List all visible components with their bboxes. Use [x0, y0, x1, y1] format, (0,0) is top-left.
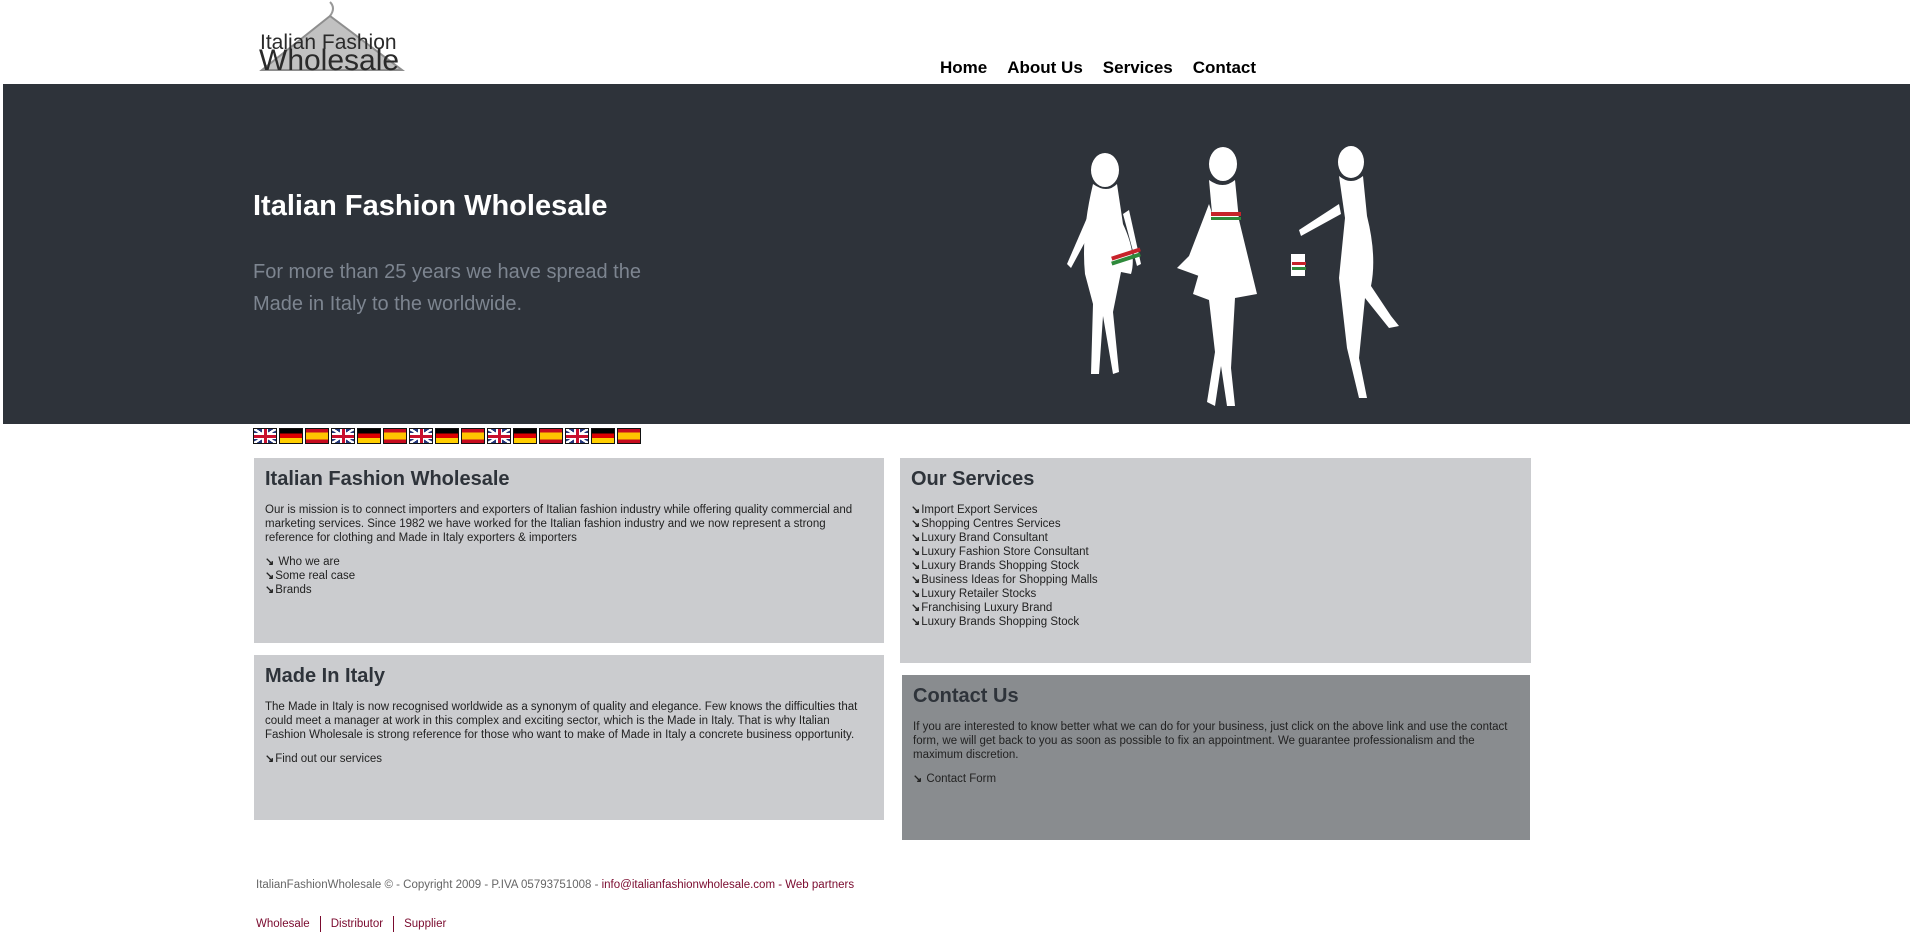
footer-link-wholesale[interactable]: Wholesale	[256, 916, 320, 932]
nav-about-us[interactable]: About Us	[1007, 58, 1083, 78]
list-item[interactable]: ↘ Who we are	[265, 555, 873, 569]
made-links: ↘Find out our services	[265, 752, 873, 766]
footer-copyright: ItalianFashionWholesale © - Copyright 20…	[256, 879, 854, 891]
flag-uk-icon[interactable]	[487, 428, 511, 444]
nav-services[interactable]: Services	[1103, 58, 1173, 78]
arrow-down-right-icon: ↘	[911, 602, 921, 614]
list-item[interactable]: ↘Import Export Services	[911, 503, 1520, 517]
arrow-down-right-icon: ↘	[911, 588, 921, 600]
arrow-down-right-icon: ↘	[265, 753, 275, 765]
footer-links: Wholesale Distributor Supplier	[256, 916, 456, 932]
services-box: Our Services ↘Import Export Services ↘Sh…	[900, 458, 1531, 663]
arrow-down-right-icon: ↘	[911, 574, 921, 586]
copyright-text: ItalianFashionWholesale © - Copyright 20…	[256, 879, 602, 891]
arrow-down-right-icon: ↘	[911, 518, 921, 530]
arrow-down-right-icon: ↘	[911, 504, 921, 516]
flag-es-icon[interactable]	[383, 428, 407, 444]
made-in-italy-box: Made In Italy The Made in Italy is now r…	[254, 655, 884, 820]
services-box-title: Our Services	[911, 468, 1035, 490]
footer-separator: -	[775, 879, 786, 891]
hero-banner: Italian Fashion Wholesale For more than …	[3, 84, 1910, 424]
list-item[interactable]: ↘Brands	[265, 583, 873, 597]
flag-de-icon[interactable]	[591, 428, 615, 444]
contact-links: ↘ Contact Form	[913, 772, 1519, 786]
logo-line-2: Wholesale	[259, 44, 400, 77]
list-item[interactable]: ↘Luxury Fashion Store Consultant	[911, 545, 1520, 559]
hero-subtitle: For more than 25 years we have spread th…	[253, 261, 641, 315]
main-nav: Home About Us Services Contact	[940, 58, 1256, 78]
about-links: ↘ Who we are ↘Some real case ↘Brands	[265, 555, 873, 597]
flag-de-icon[interactable]	[357, 428, 381, 444]
arrow-down-right-icon: ↘	[913, 773, 923, 785]
flag-uk-icon[interactable]	[331, 428, 355, 444]
flag-de-icon[interactable]	[279, 428, 303, 444]
flag-es-icon[interactable]	[305, 428, 329, 444]
flag-uk-icon[interactable]	[253, 428, 277, 444]
flag-uk-icon[interactable]	[565, 428, 589, 444]
contact-box-title: Contact Us	[913, 685, 1019, 707]
list-item[interactable]: ↘Find out our services	[265, 752, 873, 766]
about-box-text: Our is mission is to connect importers a…	[265, 504, 853, 544]
flag-de-icon[interactable]	[435, 428, 459, 444]
arrow-down-right-icon: ↘	[265, 556, 275, 568]
fashion-silhouettes-image	[1067, 146, 1399, 406]
list-item[interactable]: ↘Shopping Centres Services	[911, 517, 1520, 531]
flag-es-icon[interactable]	[539, 428, 563, 444]
list-item[interactable]: ↘Luxury Brand Consultant	[911, 531, 1520, 545]
arrow-down-right-icon: ↘	[265, 570, 275, 582]
about-box: Italian Fashion Wholesale Our is mission…	[254, 458, 884, 643]
email-link[interactable]: info@italianfashionwholesale.com	[602, 879, 775, 891]
arrow-down-right-icon: ↘	[911, 532, 921, 544]
flag-es-icon[interactable]	[617, 428, 641, 444]
flag-es-icon[interactable]	[461, 428, 485, 444]
list-item[interactable]: ↘ Contact Form	[913, 772, 1519, 786]
arrow-down-right-icon: ↘	[265, 584, 275, 596]
list-item[interactable]: ↘Some real case	[265, 569, 873, 583]
about-box-title: Italian Fashion Wholesale	[265, 468, 510, 490]
nav-home[interactable]: Home	[940, 58, 987, 78]
list-item[interactable]: ↘Luxury Brands Shopping Stock	[911, 559, 1520, 573]
arrow-down-right-icon: ↘	[911, 616, 921, 628]
contact-box-text: If you are interested to know better wha…	[913, 721, 1508, 761]
nav-contact[interactable]: Contact	[1193, 58, 1256, 78]
flag-uk-icon[interactable]	[409, 428, 433, 444]
arrow-down-right-icon: ↘	[911, 546, 921, 558]
contact-box: Contact Us If you are interested to know…	[902, 675, 1530, 840]
flag-de-icon[interactable]	[513, 428, 537, 444]
made-box-text: The Made in Italy is now recognised worl…	[265, 701, 858, 741]
footer-link-distributor[interactable]: Distributor	[319, 916, 393, 932]
list-item[interactable]: ↘Franchising Luxury Brand	[911, 601, 1520, 615]
list-item[interactable]: ↘Luxury Retailer Stocks	[911, 587, 1520, 601]
made-box-title: Made In Italy	[265, 665, 386, 687]
footer-link-supplier[interactable]: Supplier	[393, 916, 456, 932]
language-flags	[253, 428, 641, 444]
web-partners-link[interactable]: Web partners	[785, 879, 854, 891]
services-links: ↘Import Export Services ↘Shopping Centre…	[911, 503, 1520, 629]
list-item[interactable]: ↘Business Ideas for Shopping Malls	[911, 573, 1520, 587]
list-item[interactable]: ↘Luxury Brands Shopping Stock	[911, 615, 1520, 629]
arrow-down-right-icon: ↘	[911, 560, 921, 572]
hero-title: Italian Fashion Wholesale	[253, 190, 608, 222]
site-logo[interactable]: Italian Fashion Wholesale	[252, 0, 412, 78]
header: Italian Fashion Wholesale Home About Us …	[0, 0, 1914, 84]
